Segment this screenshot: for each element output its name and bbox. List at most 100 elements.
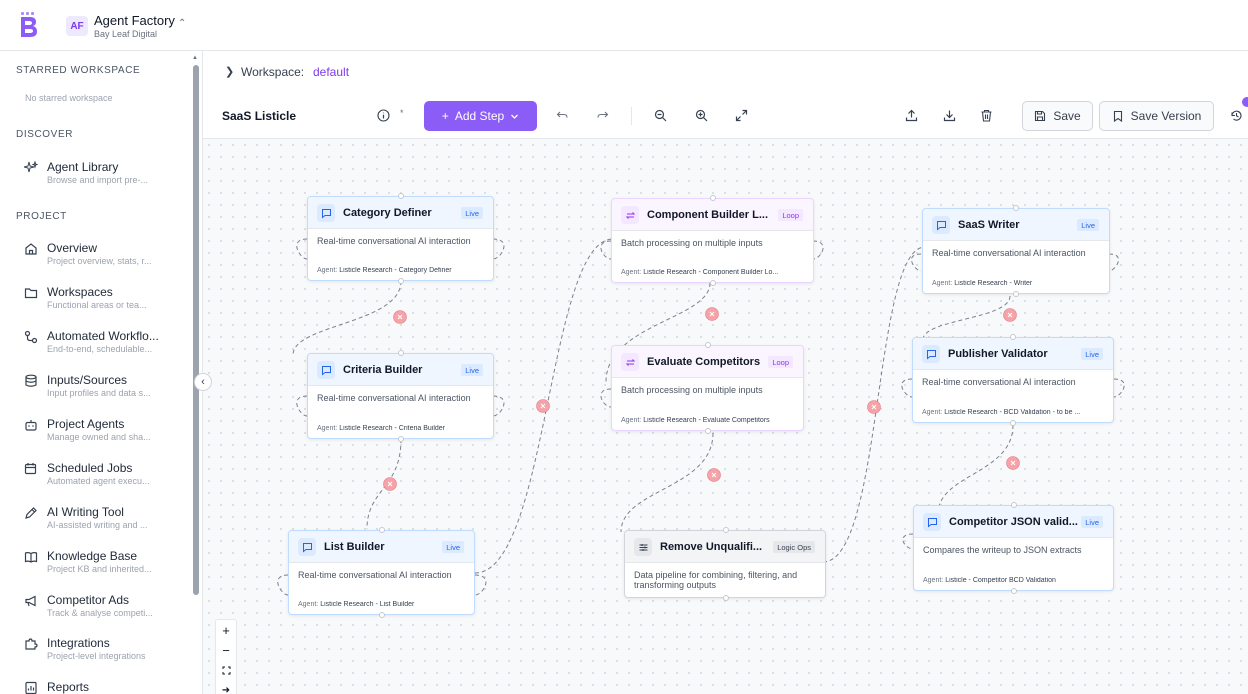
zoom-out-icon[interactable] bbox=[652, 107, 668, 123]
sliders-icon bbox=[634, 538, 652, 556]
node-title: Category Definer bbox=[343, 207, 432, 219]
trash-icon[interactable] bbox=[978, 107, 994, 123]
workflow-node-criteria-builder[interactable]: Criteria Builder Live Real-time conversa… bbox=[307, 350, 494, 442]
input-port[interactable] bbox=[379, 527, 385, 533]
input-port[interactable] bbox=[723, 527, 729, 533]
chat-bubble-icon bbox=[922, 345, 940, 363]
node-title: Competitor JSON valid... bbox=[949, 516, 1078, 528]
input-port[interactable] bbox=[398, 350, 404, 356]
input-port[interactable] bbox=[705, 342, 711, 348]
org-name: Bay Leaf Digital bbox=[94, 29, 158, 39]
node-description: Data pipeline for combining, filtering, … bbox=[634, 570, 798, 590]
input-port[interactable] bbox=[398, 193, 404, 199]
project-name[interactable]: Agent Factory bbox=[94, 13, 175, 28]
sidebar-item-automated-workflows[interactable]: Automated Workflo... End-to-end, schedul… bbox=[0, 327, 190, 367]
project-avatar[interactable]: AF bbox=[66, 16, 88, 36]
sidebar-item-reports[interactable]: Reports bbox=[0, 678, 190, 694]
history-icon[interactable] bbox=[1228, 107, 1244, 123]
workflow-node-competitor-json-validator[interactable]: Competitor JSON valid... Live Compares t… bbox=[913, 502, 1114, 594]
chat-bubble-icon bbox=[298, 538, 316, 556]
canvas-zoom-controls: + − ➜ bbox=[215, 619, 237, 694]
save-version-label: Save Version bbox=[1130, 109, 1202, 123]
scroll-thumb[interactable] bbox=[193, 65, 199, 595]
output-port[interactable] bbox=[1011, 588, 1017, 594]
workflow-icon bbox=[24, 330, 38, 344]
edge-publisher-to-competitor bbox=[937, 424, 1014, 515]
undo-icon[interactable] bbox=[554, 107, 570, 123]
edge-loop-competitor bbox=[902, 533, 914, 550]
output-port[interactable] bbox=[1013, 291, 1019, 297]
breadcrumb-workspace-link[interactable]: default bbox=[313, 65, 349, 79]
output-port[interactable] bbox=[723, 595, 729, 601]
sidebar-item-ai-writing-tool[interactable]: AI Writing Tool AI-assisted writing and … bbox=[0, 503, 190, 543]
brand-logo-icon[interactable] bbox=[18, 12, 40, 38]
save-version-button[interactable]: Save Version bbox=[1099, 101, 1214, 131]
zoom-in-icon[interactable] bbox=[693, 107, 709, 123]
sidebar-item-project-agents[interactable]: Project Agents Manage owned and sha... bbox=[0, 415, 190, 455]
upload-icon[interactable] bbox=[903, 107, 919, 123]
sidebar-item-label: Automated Workflo... bbox=[47, 329, 159, 343]
breadcrumb-label: Workspace: bbox=[241, 65, 305, 79]
zoom-out-button[interactable]: − bbox=[216, 640, 236, 660]
chevron-up-down-icon[interactable]: ⌃ bbox=[178, 18, 186, 29]
input-port[interactable] bbox=[710, 195, 716, 201]
output-port[interactable] bbox=[398, 436, 404, 442]
workflow-name[interactable]: SaaS Listicle bbox=[222, 109, 296, 123]
info-icon[interactable] bbox=[375, 107, 391, 123]
bot-icon bbox=[25, 420, 37, 431]
expand-icon[interactable] bbox=[733, 107, 749, 123]
sidebar-scrollbar[interactable]: ▲ bbox=[191, 55, 200, 690]
node-status-badge: Live bbox=[1081, 348, 1103, 360]
sidebar-item-knowledge-base[interactable]: Knowledge Base Project KB and inherited.… bbox=[0, 547, 190, 587]
node-status-badge: Live bbox=[442, 541, 464, 553]
sidebar-item-label: Overview bbox=[47, 241, 98, 255]
workflow-node-component-builder[interactable]: Component Builder L... Loop Batch proces… bbox=[611, 195, 814, 286]
collapse-sidebar-button[interactable]: ‹ bbox=[194, 373, 212, 391]
sidebar-item-agent-library[interactable]: Agent Library Browse and import pre-... bbox=[0, 158, 190, 198]
output-port[interactable] bbox=[705, 428, 711, 434]
sidebar-item-scheduled-jobs[interactable]: Scheduled Jobs Automated agent execu... bbox=[0, 459, 190, 499]
workflow-node-publisher-validator[interactable]: Publisher Validator Live Real-time conve… bbox=[912, 334, 1114, 426]
add-step-button[interactable]: + Add Step bbox=[424, 101, 537, 131]
chat-bubble-icon bbox=[317, 204, 335, 222]
input-port[interactable] bbox=[1013, 205, 1019, 211]
scroll-up-arrow-icon[interactable]: ▲ bbox=[192, 55, 198, 61]
workflow-node-remove-unqualified[interactable]: Remove Unqualifi... Logic Ops Data pipel… bbox=[624, 527, 826, 601]
chat-bubble-icon bbox=[932, 216, 950, 234]
save-button[interactable]: Save bbox=[1022, 101, 1093, 131]
node-title: Publisher Validator bbox=[948, 348, 1048, 360]
workflow-node-category-definer[interactable]: Category Definer Live Real-time conversa… bbox=[307, 193, 494, 284]
input-port[interactable] bbox=[1010, 334, 1016, 340]
node-description: Real-time conversational AI interaction bbox=[317, 236, 471, 246]
chevron-right-icon[interactable]: ❯ bbox=[225, 65, 234, 78]
sidebar-item-integrations[interactable]: Integrations Project-level integrations bbox=[0, 634, 190, 674]
sidebar-item-overview[interactable]: Overview Project overview, stats, r... bbox=[0, 239, 190, 279]
output-port[interactable] bbox=[1010, 420, 1016, 426]
workflow-canvas[interactable]: Category Definer Live Real-time conversa… bbox=[203, 139, 1248, 694]
output-port[interactable] bbox=[398, 278, 404, 284]
workflow-node-saas-writer[interactable]: SaaS Writer Live Real-time conversationa… bbox=[922, 205, 1110, 297]
chat-bubble-icon bbox=[317, 361, 335, 379]
fit-view-button[interactable] bbox=[216, 660, 236, 680]
lock-toggle-icon[interactable]: ➜ bbox=[216, 680, 236, 694]
starred-empty-text: No starred workspace bbox=[25, 93, 113, 103]
edge-category-to-criteria bbox=[292, 280, 402, 356]
output-port[interactable] bbox=[710, 280, 716, 286]
download-icon[interactable] bbox=[941, 107, 957, 123]
workflow-node-evaluate-competitors[interactable]: Evaluate Competitors Loop Batch processi… bbox=[611, 342, 804, 434]
sidebar-item-desc: AI-assisted writing and ... bbox=[47, 520, 148, 530]
breadcrumb: ❯ Workspace: default bbox=[203, 51, 1248, 93]
sidebar-item-label: AI Writing Tool bbox=[47, 505, 124, 519]
sidebar-item-competitor-ads[interactable]: Competitor Ads Track & analyse competi..… bbox=[0, 591, 190, 631]
workflow-node-list-builder[interactable]: List Builder Live Real-time conversation… bbox=[288, 527, 475, 618]
node-status-badge: Live bbox=[1081, 516, 1103, 528]
zoom-in-button[interactable]: + bbox=[216, 620, 236, 640]
sidebar-item-inputs-sources[interactable]: Inputs/Sources Input profiles and data s… bbox=[0, 371, 190, 411]
sidebar-item-label: Competitor Ads bbox=[47, 593, 130, 607]
input-port[interactable] bbox=[1011, 502, 1017, 508]
sidebar-item-desc: Automated agent execu... bbox=[47, 476, 150, 486]
output-port[interactable] bbox=[379, 612, 385, 618]
save-label: Save bbox=[1053, 109, 1081, 123]
redo-icon[interactable] bbox=[594, 107, 610, 123]
sidebar-item-workspaces[interactable]: Workspaces Functional areas or tea... bbox=[0, 283, 190, 323]
